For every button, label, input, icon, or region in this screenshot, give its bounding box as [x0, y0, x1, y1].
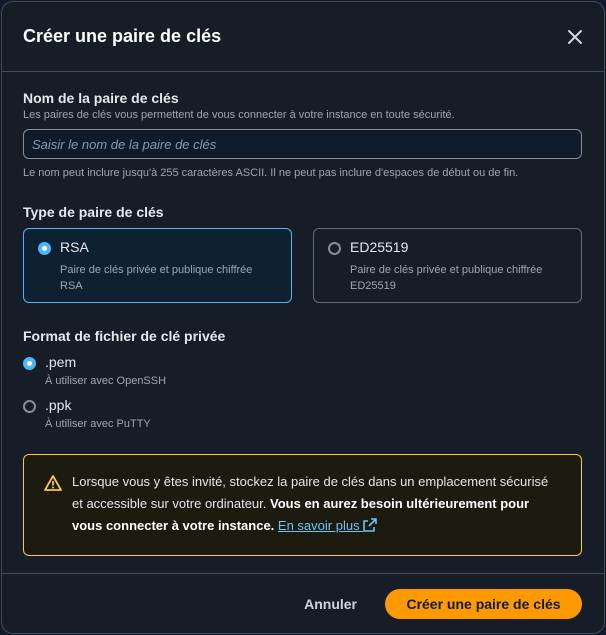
- rsa-title: RSA: [60, 239, 89, 255]
- ed25519-title: ED25519: [350, 239, 409, 255]
- name-description: Les paires de clés vous permettent de vo…: [23, 109, 455, 121]
- rsa-description: Paire de clés privée et publique chiffré…: [60, 262, 252, 294]
- ppk-radio[interactable]: [23, 400, 36, 413]
- ed25519-radio[interactable]: [328, 242, 341, 255]
- format-ppk-option[interactable]: .ppk À utiliser avec PuTTY: [23, 397, 583, 430]
- pem-radio[interactable]: [23, 357, 36, 370]
- ed25519-desc-line2: ED25519: [350, 280, 396, 292]
- key-type-rsa-card[interactable]: RSA Paire de clés privée et publique chi…: [23, 228, 292, 303]
- warning-alert: Lorsque vous y êtes invité, stockez la p…: [23, 454, 582, 556]
- modal-body: Nom de la paire de clés Les paires de cl…: [2, 72, 604, 556]
- external-link-icon: [363, 518, 378, 532]
- key-type-ed25519-card[interactable]: ED25519 Paire de clés privée et publique…: [313, 228, 582, 303]
- close-button[interactable]: [564, 26, 586, 48]
- create-key-pair-modal: Créer une paire de clés Nom de la paire …: [1, 1, 605, 634]
- pem-title: .pem: [45, 354, 77, 370]
- name-label: Nom de la paire de clés: [23, 90, 179, 106]
- rsa-desc-line1: Paire de clés privée et publique chiffré…: [60, 264, 253, 276]
- ed25519-description: Paire de clés privée et publique chiffré…: [350, 262, 542, 294]
- learn-more-link[interactable]: En savoir plus: [277, 518, 378, 533]
- ppk-title: .ppk: [45, 397, 72, 413]
- key-pair-name-input[interactable]: [23, 129, 582, 159]
- close-icon: [568, 30, 582, 44]
- modal-header: Créer une paire de clés: [2, 2, 604, 72]
- ppk-description: À utiliser avec PuTTY: [45, 418, 151, 430]
- name-constraint: Le nom peut inclure jusqu'à 255 caractèr…: [23, 167, 519, 179]
- pem-description: À utiliser avec OpenSSH: [45, 375, 167, 387]
- alert-message: Lorsque vous y êtes invité, stockez la p…: [72, 471, 561, 555]
- ed25519-desc-line1: Paire de clés privée et publique chiffré…: [350, 264, 543, 276]
- format-pem-option[interactable]: .pem À utiliser avec OpenSSH: [23, 354, 583, 387]
- key-type-label: Type de paire de clés: [23, 204, 164, 220]
- file-format-label: Format de fichier de clé privée: [23, 328, 226, 344]
- learn-more-label: En savoir plus: [277, 518, 360, 533]
- rsa-desc-line2: RSA: [60, 280, 83, 292]
- modal-title: Créer une paire de clés: [23, 26, 222, 46]
- modal-footer: Annuler Créer une paire de clés: [2, 573, 604, 633]
- cancel-button[interactable]: Annuler: [304, 596, 357, 612]
- warning-icon: [44, 475, 62, 491]
- key-type-options: RSA Paire de clés privée et publique chi…: [23, 228, 583, 303]
- create-key-pair-button[interactable]: Créer une paire de clés: [385, 588, 582, 619]
- rsa-radio[interactable]: [38, 242, 51, 255]
